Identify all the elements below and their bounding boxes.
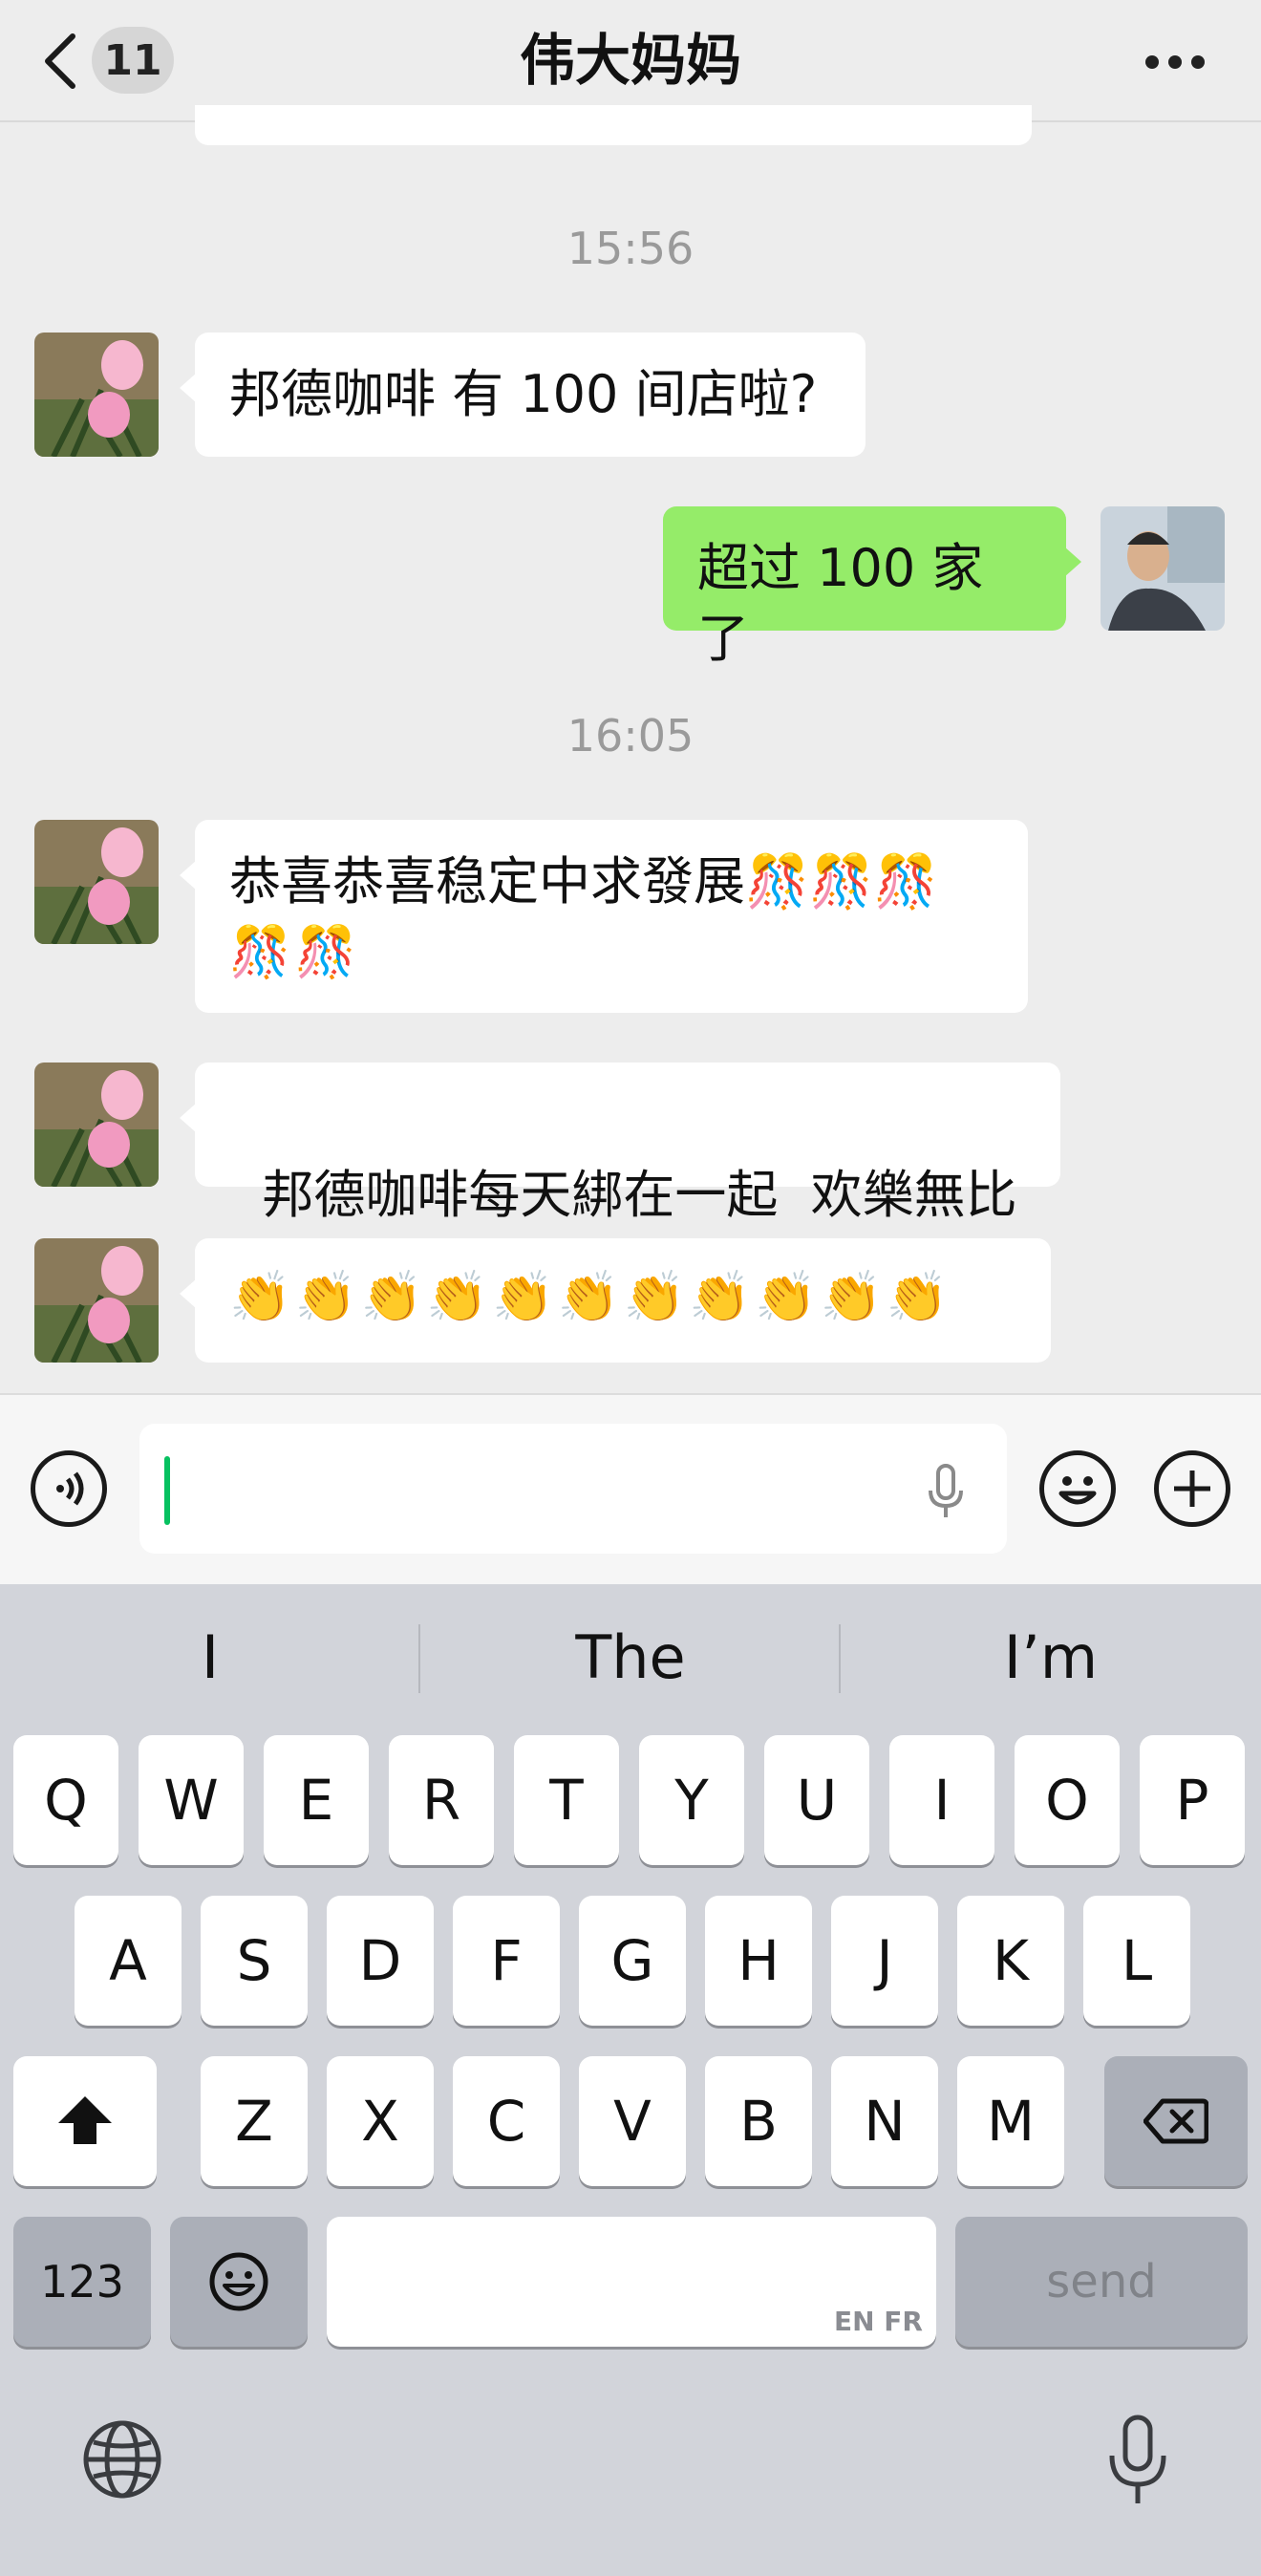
language-hint: EN FR (834, 2306, 923, 2337)
key-g[interactable]: G (579, 1896, 686, 2026)
message-text: 邦德咖啡 有 100 间店啦? (229, 364, 818, 424)
dictation-mic-icon[interactable] (923, 1462, 969, 1523)
message-bubble[interactable]: 恭喜恭喜稳定中求發展🎊🎊🎊 🎊🎊 (180, 820, 1028, 1013)
shift-key[interactable] (13, 2056, 157, 2186)
key-m[interactable]: M (957, 2056, 1064, 2186)
key-j[interactable]: J (831, 1896, 938, 2026)
message-emoji-line: 🎊🎊 (229, 924, 361, 981)
key-u[interactable]: U (764, 1735, 869, 1865)
delete-key[interactable] (1104, 2056, 1248, 2186)
contact-avatar[interactable] (34, 1063, 159, 1187)
key-o[interactable]: O (1015, 1735, 1120, 1865)
emoji-keyboard-key[interactable] (170, 2217, 308, 2347)
timestamp: 16:05 (566, 710, 695, 762)
sent-message-bubble[interactable]: 超过 100 家了 (663, 506, 1081, 669)
voice-mode-icon[interactable] (31, 1450, 107, 1527)
message-input[interactable] (139, 1424, 1007, 1554)
key-v[interactable]: V (579, 2056, 686, 2186)
shift-arrow-icon (58, 2096, 112, 2144)
key-t[interactable]: T (514, 1735, 619, 1865)
key-n[interactable]: N (831, 2056, 938, 2186)
suggestion-1[interactable]: I (0, 1615, 420, 1701)
message-bubble[interactable]: 邦德咖啡 有 100 间店啦? (180, 333, 866, 457)
message-text: 邦德咖啡每天綁在一起 欢樂無比 (262, 1165, 1017, 1225)
key-i[interactable]: I (889, 1735, 994, 1865)
previous-message-bubble (195, 105, 1032, 145)
message-bubble[interactable]: 邦德咖啡每天綁在一起 欢樂無比 (180, 1063, 1060, 1225)
key-h[interactable]: H (705, 1896, 812, 2026)
suggestion-3[interactable]: I’m (841, 1615, 1261, 1701)
contact-avatar[interactable] (34, 1238, 159, 1363)
my-avatar[interactable] (1101, 506, 1225, 631)
backspace-icon (1143, 2098, 1208, 2144)
key-w[interactable]: W (139, 1735, 244, 1865)
text-cursor (164, 1456, 170, 1525)
numbers-key[interactable]: 123 (13, 2217, 151, 2347)
sticker-emoji-icon[interactable] (1039, 1450, 1116, 1527)
contact-avatar[interactable] (34, 820, 159, 944)
dictation-mic-icon[interactable] (1104, 2414, 1171, 2509)
timestamp: 15:56 (566, 223, 695, 274)
more-options-icon[interactable] (1142, 50, 1208, 73)
key-d[interactable]: D (327, 1896, 434, 2026)
key-p[interactable]: P (1140, 1735, 1245, 1865)
key-a[interactable]: A (75, 1896, 182, 2026)
key-e[interactable]: E (264, 1735, 369, 1865)
space-key[interactable]: EN FR (327, 2217, 936, 2347)
key-c[interactable]: C (453, 2056, 560, 2186)
message-bubble[interactable]: 👏👏👏👏👏👏👏👏👏👏👏 (180, 1238, 1051, 1363)
key-f[interactable]: F (453, 1896, 560, 2026)
key-k[interactable]: K (957, 1896, 1064, 2026)
key-y[interactable]: Y (639, 1735, 744, 1865)
message-text-line: 恭喜恭喜稳定中求發展🎊🎊🎊 (229, 851, 938, 912)
key-s[interactable]: S (201, 1896, 308, 2026)
key-b[interactable]: B (705, 2056, 812, 2186)
suggestion-2[interactable]: The (420, 1615, 841, 1701)
message-emoji-text: 👏👏👏👏👏👏👏👏👏👏👏 (229, 1269, 952, 1326)
emoji-face-icon (209, 2252, 268, 2311)
more-functions-plus-icon[interactable] (1154, 1450, 1230, 1527)
key-z[interactable]: Z (201, 2056, 308, 2186)
contact-avatar[interactable] (34, 333, 159, 457)
message-text: 超过 100 家了 (697, 538, 984, 669)
key-q[interactable]: Q (13, 1735, 118, 1865)
key-l[interactable]: L (1083, 1896, 1190, 2026)
globe-icon[interactable] (80, 2417, 164, 2501)
key-x[interactable]: X (327, 2056, 434, 2186)
chat-title: 伟大妈妈 (519, 28, 741, 93)
send-key[interactable]: send (955, 2217, 1248, 2347)
key-r[interactable]: R (389, 1735, 494, 1865)
